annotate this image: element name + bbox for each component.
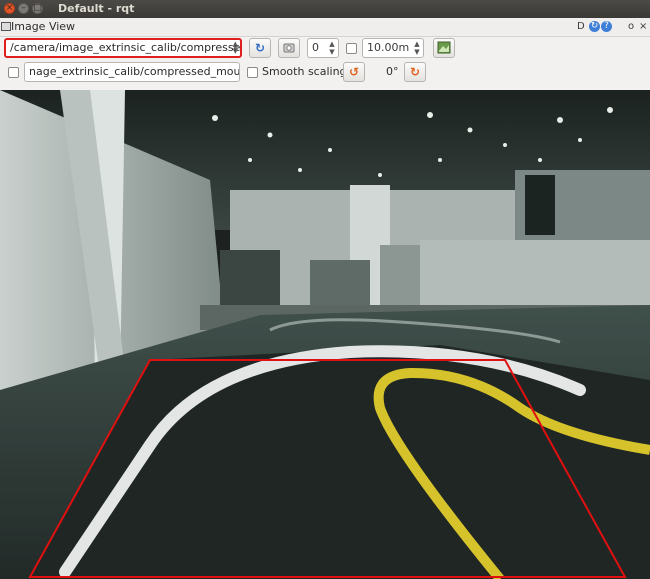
mouse-topic-field[interactable]: nage_extrinsic_calib/compressed_mouse_le… [24,62,240,82]
smooth-scaling-label: Smooth scaling [262,65,347,78]
dock-header: Image View D ↻ ? o × [0,18,650,37]
dock-options-button[interactable]: o [628,20,634,34]
rotate-right-icon: ↻ [409,65,421,79]
chevron-updown-icon: ▲ ▼ [232,40,238,55]
refresh-topics-button[interactable]: ↻ [249,38,271,58]
window-title: Default - rqt [58,2,135,15]
minimize-icon: – [21,3,26,13]
save-image-icon [434,39,454,57]
window-minimize-button[interactable]: – [18,3,29,14]
zoom-spinbox[interactable]: 0 ▲ ▼ [307,38,339,58]
dock-title: Image View [11,20,76,33]
image-view[interactable] [0,90,650,579]
snapshot-button[interactable] [278,38,300,58]
spin-arrows-icon[interactable]: ▲ ▼ [327,40,337,56]
topic-combo[interactable]: /camera/image_extrinsic_calib/compressed… [4,38,242,58]
smooth-scaling-checkbox[interactable] [247,67,258,78]
toolbar-row-1: /camera/image_extrinsic_calib/compressed… [0,37,650,63]
distance-checkbox[interactable] [346,43,357,54]
reload-icon[interactable]: ↻ [589,21,600,32]
topic-value: /camera/image_extrinsic_calib/compressed [10,41,242,54]
distance-spinbox[interactable]: 10.00m ▲ ▼ [362,38,424,58]
dock-close-button[interactable]: × [639,20,647,34]
window-maximize-button[interactable]: □ [32,3,43,14]
rotate-right-button[interactable]: ↻ [404,62,426,82]
zoom-value: 0 [312,41,319,54]
camera-icon [279,39,299,57]
refresh-icon: ↻ [254,41,266,55]
spin-arrows-icon[interactable]: ▲ ▼ [412,40,422,56]
rotate-left-icon: ↺ [348,65,360,79]
save-image-button[interactable] [433,38,455,58]
dock-d-button[interactable]: D [577,20,585,34]
toolbar-row-2: nage_extrinsic_calib/compressed_mouse_le… [0,61,650,87]
maximize-icon: □ [33,3,42,13]
help-icon[interactable]: ? [601,21,612,32]
window-titlebar: × – □ Default - rqt [0,0,650,18]
window-close-button[interactable]: × [4,3,15,14]
camera-image [0,90,650,579]
distance-value: 10.00m [367,41,410,54]
dock-window-icon [1,22,11,31]
mouse-publish-checkbox[interactable] [8,67,19,78]
close-icon: × [5,3,14,13]
mouse-topic-value: nage_extrinsic_calib/compressed_mouse_le… [29,65,240,78]
rotate-left-button[interactable]: ↺ [343,62,365,82]
rotation-value: 0° [386,65,399,78]
